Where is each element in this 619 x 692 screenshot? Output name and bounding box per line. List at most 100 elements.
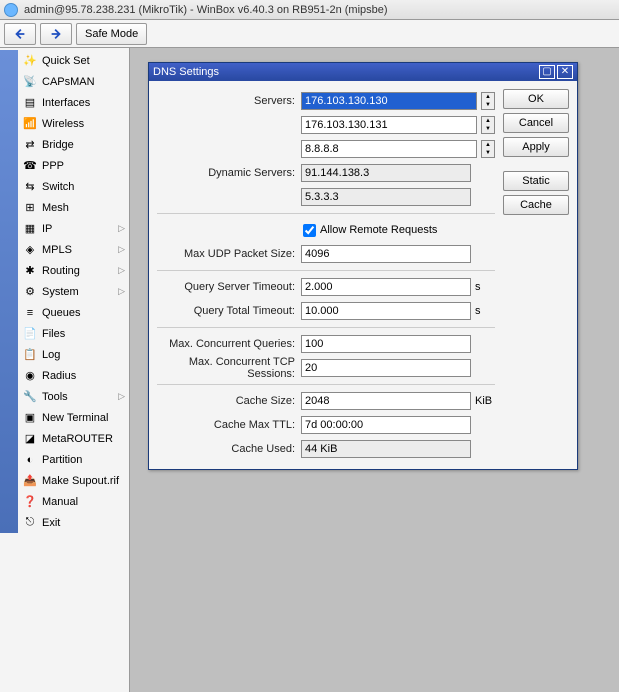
sidebar-item-label: Queues: [42, 307, 81, 319]
sidebar-item-radius[interactable]: ◉Radius: [18, 365, 129, 386]
allow-remote-checkbox[interactable]: [303, 224, 316, 237]
query-total-timeout-input[interactable]: [301, 302, 471, 320]
sidebar-item-label: Make Supout.rif: [42, 475, 119, 487]
server-input-2[interactable]: [301, 140, 477, 158]
label-cache-max-ttl: Cache Max TTL:: [157, 419, 297, 431]
sidebar-item-capsman[interactable]: 📡CAPsMAN: [18, 71, 129, 92]
sidebar-item-label: Mesh: [42, 202, 69, 214]
sidebar-item-routing[interactable]: ✱Routing▷: [18, 260, 129, 281]
max-udp-input[interactable]: [301, 245, 471, 263]
sidebar-item-label: Exit: [42, 517, 60, 529]
sidebar-item-label: Quick Set: [42, 55, 90, 67]
chevron-right-icon: ▷: [118, 391, 125, 402]
sidebar-item-ppp[interactable]: ☎PPP: [18, 155, 129, 176]
sidebar-item-manual[interactable]: ❓Manual: [18, 491, 129, 512]
label-dynamic-servers: Dynamic Servers:: [157, 167, 297, 179]
sidebar-item-label: Partition: [42, 454, 82, 466]
mdi-canvas: DNS Settings ▢ ✕ Servers: ▲▼ ▲▼: [130, 48, 619, 692]
sidebar-item-label: MetaROUTER: [42, 433, 113, 445]
meta-icon: ◪: [22, 431, 38, 447]
window-close-icon[interactable]: ✕: [557, 65, 573, 79]
sidebar-item-label: Interfaces: [42, 97, 90, 109]
sidebar-item-quick-set[interactable]: ✨Quick Set: [18, 50, 129, 71]
sidebar-item-interfaces[interactable]: ▤ Interfaces: [18, 92, 129, 113]
sidebar-item-label: Log: [42, 349, 60, 361]
max-concurrent-tcp-input[interactable]: [301, 359, 471, 377]
server-input-0[interactable]: [301, 92, 477, 110]
cache-used-display: [301, 440, 471, 458]
max-concurrent-queries-input[interactable]: [301, 335, 471, 353]
server-spinner-1[interactable]: ▲▼: [481, 116, 495, 134]
ok-button[interactable]: OK: [503, 89, 569, 109]
sidebar-item-label: Bridge: [42, 139, 74, 151]
sidebar-item-label: New Terminal: [42, 412, 108, 424]
partition-icon: ◐: [22, 452, 38, 468]
label-max-udp: Max UDP Packet Size:: [157, 248, 297, 260]
sidebar-item-mesh[interactable]: ⊞Mesh: [18, 197, 129, 218]
form-column: Servers: ▲▼ ▲▼ ▲▼ Dy: [157, 89, 495, 461]
toolbar: Safe Mode: [0, 20, 619, 48]
server-input-1[interactable]: [301, 116, 477, 134]
sidebar-item-queues[interactable]: ≡Queues: [18, 302, 129, 323]
safe-mode-button[interactable]: Safe Mode: [76, 23, 147, 45]
sidebar-item-wireless[interactable]: 📶Wireless: [18, 113, 129, 134]
dns-window-titlebar[interactable]: DNS Settings ▢ ✕: [149, 63, 577, 81]
dns-settings-window: DNS Settings ▢ ✕ Servers: ▲▼ ▲▼: [148, 62, 578, 470]
cancel-button[interactable]: Cancel: [503, 113, 569, 133]
wifi-icon: 📶: [22, 116, 38, 132]
label-q-srv-to: Query Server Timeout:: [157, 281, 297, 293]
sidebar-item-partition[interactable]: ◐ Partition: [18, 449, 129, 470]
sidebar-item-tools[interactable]: 🔧Tools▷: [18, 386, 129, 407]
sidebar-item-label: IP: [42, 223, 52, 235]
label-max-conc-q: Max. Concurrent Queries:: [157, 338, 297, 350]
chevron-right-icon: ▷: [118, 244, 125, 255]
button-column: OK Cancel Apply Static Cache: [503, 89, 569, 461]
sidebar-item-exit[interactable]: ⎋Exit: [18, 512, 129, 533]
label-cache-size: Cache Size:: [157, 395, 297, 407]
sidebar-item-metarouter[interactable]: ◪ MetaROUTER: [18, 428, 129, 449]
sidebar-item-log[interactable]: 📋Log: [18, 344, 129, 365]
sidebar-item-ip[interactable]: ▦IP▷: [18, 218, 129, 239]
sidebar-item-label: Files: [42, 328, 65, 340]
sidebar-item-bridge[interactable]: ⇄ Bridge: [18, 134, 129, 155]
sidebar-item-label: Radius: [42, 370, 76, 382]
winbox-icon: [4, 3, 18, 17]
antenna-icon: 📡: [22, 74, 38, 90]
switch-icon: ⇆: [22, 179, 38, 195]
sidebar-item-label: Tools: [42, 391, 68, 403]
static-button[interactable]: Static: [503, 171, 569, 191]
query-server-timeout-input[interactable]: [301, 278, 471, 296]
sidebar-item-label: PPP: [42, 160, 64, 172]
terminal-icon: ▣: [22, 410, 38, 426]
window-title: admin@95.78.238.231 (MikroTik) - WinBox …: [24, 4, 615, 16]
unit-kib: KiB: [475, 395, 495, 407]
cache-button[interactable]: Cache: [503, 195, 569, 215]
server-spinner-0[interactable]: ▲▼: [481, 92, 495, 110]
label-servers: Servers:: [157, 95, 297, 107]
sidebar-item-label: Switch: [42, 181, 74, 193]
manual-icon: ❓: [22, 494, 38, 510]
sidebar-item-label: System: [42, 286, 79, 298]
sidebar-item-new-terminal[interactable]: ▣ New Terminal: [18, 407, 129, 428]
label-q-tot-to: Query Total Timeout:: [157, 305, 297, 317]
unit-sec: s: [475, 281, 495, 293]
window-minimize-icon[interactable]: ▢: [539, 65, 555, 79]
undo-button[interactable]: [4, 23, 36, 45]
sidebar-item-files[interactable]: 📄 Files: [18, 323, 129, 344]
dyn-server-1: [301, 188, 471, 206]
sidebar-item-make-supout-rif[interactable]: 📤Make Supout.rif: [18, 470, 129, 491]
redo-button[interactable]: [40, 23, 72, 45]
sidebar-item-switch[interactable]: ⇆ Switch: [18, 176, 129, 197]
cache-size-input[interactable]: [301, 392, 471, 410]
cache-max-ttl-input[interactable]: [301, 416, 471, 434]
eth-icon: ▤: [22, 95, 38, 111]
bridge-icon: ⇄: [22, 137, 38, 153]
label-cache-used: Cache Used:: [157, 443, 297, 455]
mpls-icon: ◈: [22, 242, 38, 258]
files-icon: 📄: [22, 326, 38, 342]
sidebar-item-system[interactable]: ⚙System▷: [18, 281, 129, 302]
apply-button[interactable]: Apply: [503, 137, 569, 157]
chevron-right-icon: ▷: [118, 286, 125, 297]
server-spinner-2[interactable]: ▲▼: [481, 140, 495, 158]
sidebar-item-mpls[interactable]: ◈MPLS▷: [18, 239, 129, 260]
